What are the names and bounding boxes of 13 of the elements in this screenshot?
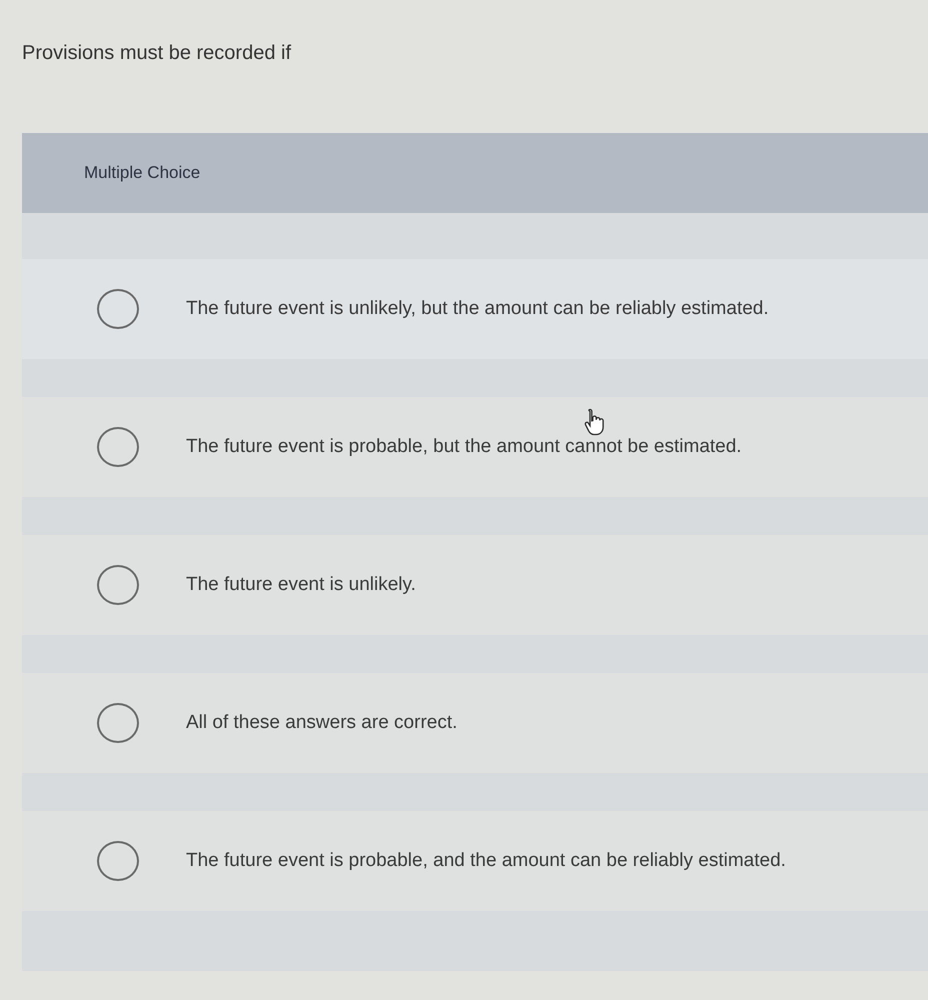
radio-button[interactable]	[97, 703, 139, 743]
radio-button[interactable]	[97, 565, 139, 605]
answer-option[interactable]: The future event is unlikely, but the amount can be reliably estimated.	[186, 298, 769, 320]
answer-option[interactable]: The future event is probable, and the amount can be reliably estimated.	[186, 850, 786, 872]
question-type-label: Multiple Choice	[84, 163, 200, 183]
radio-button[interactable]	[97, 289, 139, 329]
radio-button[interactable]	[97, 841, 139, 881]
answer-option[interactable]: The future event is unlikely.	[186, 574, 416, 596]
hand-pointer-icon	[584, 408, 606, 436]
answer-option[interactable]: All of these answers are correct.	[186, 712, 458, 734]
answer-option[interactable]: The future event is probable, but the amount cannot be estimated.	[186, 436, 742, 458]
question-text: Provisions must be recorded if	[22, 41, 292, 66]
radio-button[interactable]	[97, 427, 139, 467]
